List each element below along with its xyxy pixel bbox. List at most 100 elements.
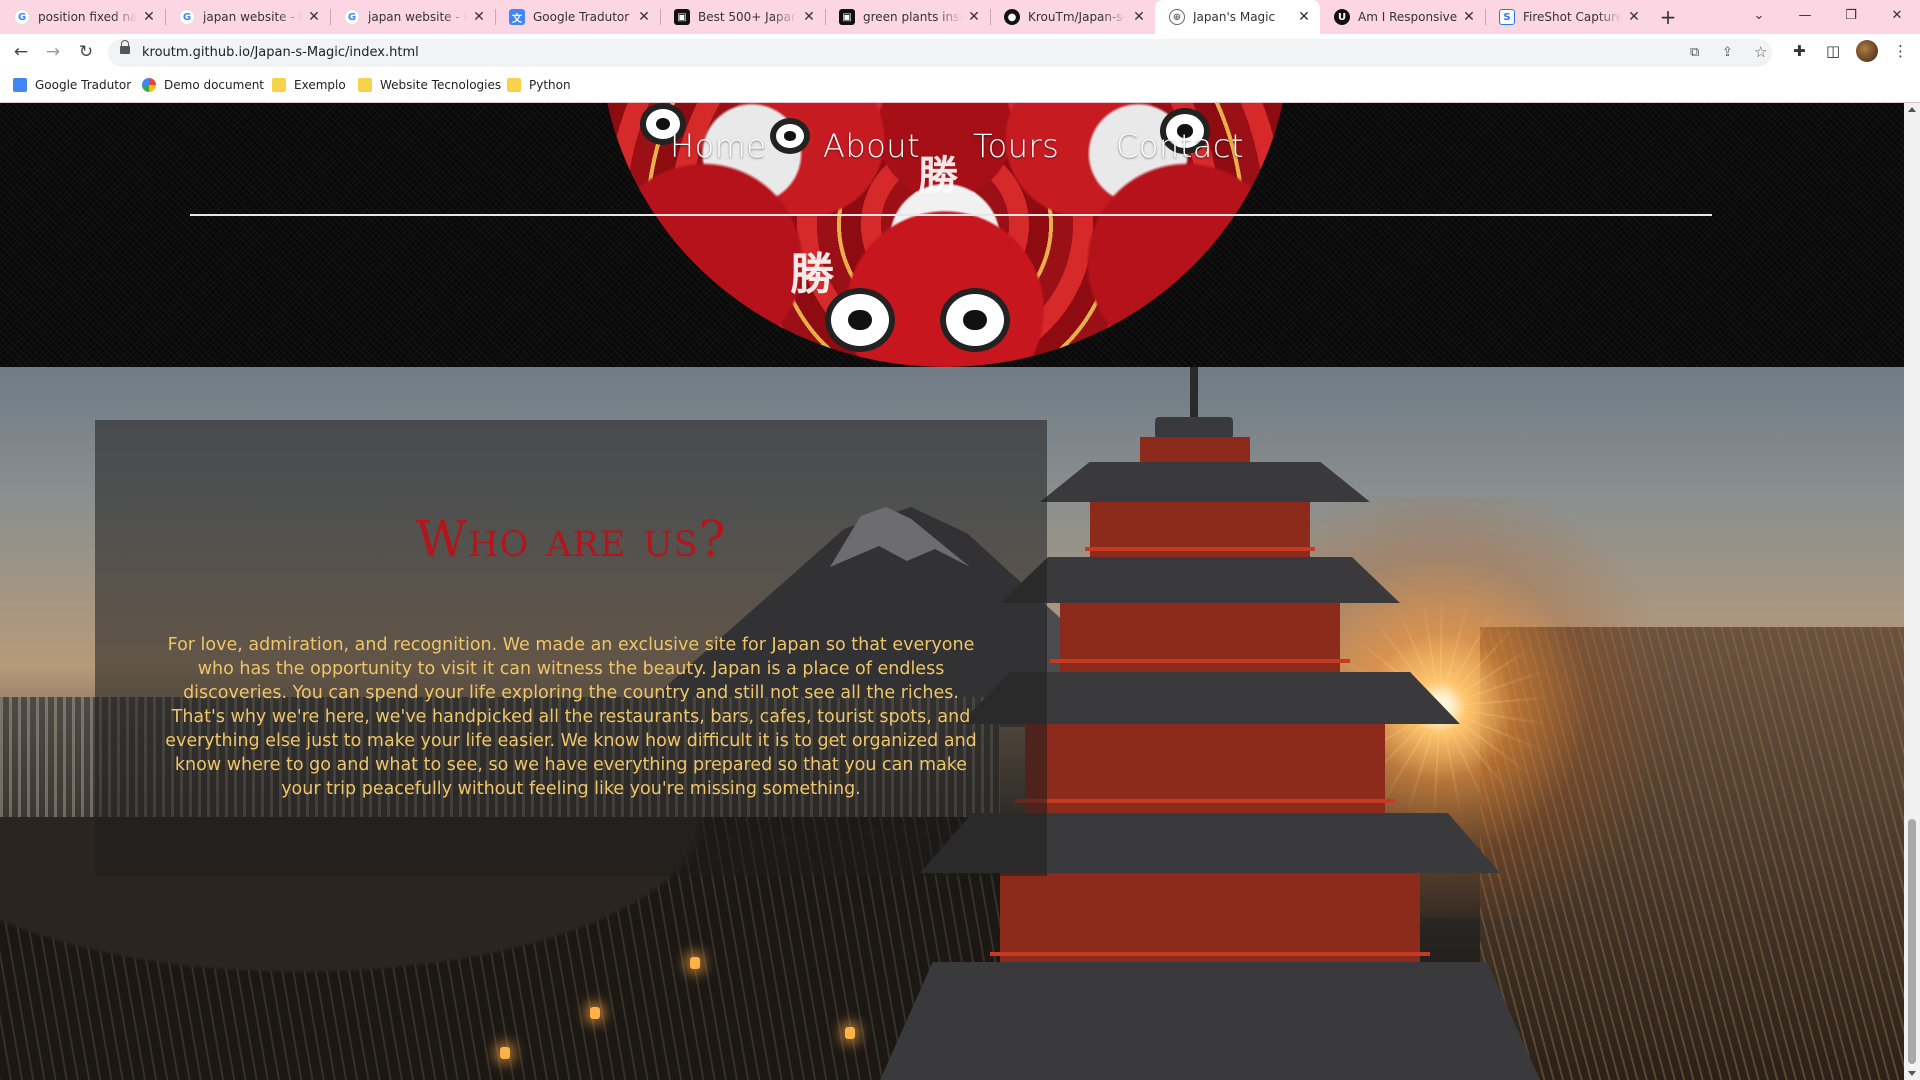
- nav-divider: [190, 214, 1712, 216]
- bookmark-label: Website Tecnologies: [380, 78, 502, 92]
- forward-icon[interactable]: →: [41, 41, 65, 63]
- unsplash-icon: ▣: [674, 9, 690, 25]
- folder-icon: [272, 78, 286, 92]
- lock-icon: [120, 40, 130, 54]
- tab[interactable]: G japan website - Pe ✕: [330, 0, 495, 34]
- close-icon[interactable]: ✕: [1626, 9, 1642, 25]
- close-icon[interactable]: ✕: [141, 9, 157, 25]
- tab-strip: G position fixed nao ✕ G japan website -…: [0, 0, 1920, 34]
- new-tab-button[interactable]: +: [1650, 0, 1686, 34]
- browser-toolbar: ← → ↻ kroutm.github.io/Japan-s-Magic/ind…: [0, 34, 1920, 70]
- unsplash-icon: ▣: [839, 9, 855, 25]
- google-icon: G: [344, 9, 360, 25]
- close-icon[interactable]: ✕: [306, 9, 322, 25]
- tab[interactable]: S FireShot Capture 0 ✕: [1485, 0, 1650, 34]
- globe-icon: ⊕: [1169, 9, 1185, 25]
- close-icon[interactable]: ✕: [1131, 9, 1147, 25]
- tab-title: Best 500+ Japan P: [698, 10, 797, 24]
- back-icon[interactable]: ←: [9, 41, 33, 63]
- tab[interactable]: G japan website - Pe ✕: [165, 0, 330, 34]
- tab-search-chevron-icon[interactable]: ⌄: [1736, 0, 1782, 30]
- reload-icon[interactable]: ↻: [74, 41, 98, 63]
- close-icon[interactable]: ✕: [1461, 9, 1477, 25]
- side-panel-icon[interactable]: ◫: [1826, 42, 1840, 60]
- tab-title: position fixed nao: [38, 10, 137, 24]
- tab[interactable]: 文 Google Tradutor ✕: [495, 0, 660, 34]
- lantern: [500, 1047, 510, 1059]
- folder-icon: [358, 78, 372, 92]
- about-text: For love, admiration, and recognition. W…: [165, 634, 977, 799]
- tab-title: FireShot Capture 0: [1523, 10, 1622, 24]
- translate-page-icon[interactable]: ⧉: [1690, 45, 1699, 60]
- tab-title: japan website - Pe: [368, 10, 467, 24]
- close-icon[interactable]: ✕: [966, 9, 982, 25]
- nav-home[interactable]: Home: [670, 127, 767, 165]
- tab-title: Japan's Magic: [1193, 10, 1276, 24]
- restore-icon[interactable]: ❐: [1828, 0, 1874, 30]
- share-icon[interactable]: ⇪: [1722, 45, 1733, 60]
- folder-icon: [507, 78, 521, 92]
- about-section: Who are us? For love, admiration, and re…: [95, 420, 1047, 876]
- close-icon[interactable]: ✕: [801, 9, 817, 25]
- tab[interactable]: ▣ Best 500+ Japan P ✕: [660, 0, 825, 34]
- google-icon: G: [179, 9, 195, 25]
- nav-tours[interactable]: Tours: [973, 127, 1059, 165]
- demo-icon: [142, 78, 156, 92]
- github-icon: ●: [1004, 9, 1020, 25]
- tab[interactable]: ▣ green plants inside ✕: [825, 0, 990, 34]
- bookmark-label: Python: [529, 78, 571, 92]
- pagoda-background-image: Who are us? For love, admiration, and re…: [0, 367, 1904, 1080]
- address-bar[interactable]: kroutm.github.io/Japan-s-Magic/index.htm…: [108, 39, 1772, 67]
- bookmarks-bar: Google Tradutor Demo document Exemplo We…: [0, 70, 1920, 103]
- google-icon: G: [14, 9, 30, 25]
- daruma-eye: [825, 288, 895, 352]
- bookmark-google-tradutor[interactable]: Google Tradutor: [13, 78, 131, 92]
- page-viewport: 勝 勝 勝 Home About Tours Contact Who are u…: [0, 103, 1904, 1080]
- tab[interactable]: U Am I Responsive? ✕: [1320, 0, 1485, 34]
- amiresponsive-icon: U: [1334, 9, 1350, 25]
- translate-icon: [13, 78, 27, 92]
- page-scrollbar[interactable]: [1904, 103, 1920, 1080]
- lantern: [690, 957, 700, 969]
- url-text[interactable]: kroutm.github.io/Japan-s-Magic/index.htm…: [142, 45, 419, 60]
- lantern: [845, 1027, 855, 1039]
- close-icon[interactable]: ✕: [636, 9, 652, 25]
- avatar[interactable]: [1856, 40, 1878, 62]
- daruma-kanji: 勝: [1160, 295, 1216, 361]
- fireshot-icon: S: [1499, 9, 1515, 25]
- close-window-icon[interactable]: ✕: [1874, 0, 1920, 30]
- bookmark-website-tecnologies[interactable]: Website Tecnologies: [358, 78, 501, 92]
- nav-contact[interactable]: Contact: [1116, 127, 1244, 165]
- menu-icon[interactable]: ⋮: [1893, 42, 1908, 60]
- minimize-icon[interactable]: —: [1782, 0, 1828, 30]
- bookmark-python[interactable]: Python: [507, 78, 571, 92]
- tab-title: green plants inside: [863, 10, 962, 24]
- tab-title: Am I Responsive?: [1358, 10, 1457, 24]
- daruma-kanji: 勝: [790, 249, 834, 300]
- tab[interactable]: G position fixed nao ✕: [0, 0, 165, 34]
- hero-header: 勝 勝 勝 Home About Tours Contact: [0, 103, 1904, 367]
- tab-title: Google Tradutor: [533, 10, 630, 24]
- scroll-up-icon[interactable]: [1908, 107, 1916, 112]
- main-nav: Home About Tours Contact: [0, 127, 1904, 183]
- browser-chrome: G position fixed nao ✕ G japan website -…: [0, 0, 1920, 103]
- translate-icon: 文: [509, 9, 525, 25]
- star-icon[interactable]: ☆: [1754, 43, 1767, 61]
- tab-active[interactable]: ⊕ Japan's Magic ✕: [1155, 0, 1320, 34]
- nav-about[interactable]: About: [823, 127, 920, 165]
- bookmark-exemplo[interactable]: Exemplo: [272, 78, 346, 92]
- tab-title: japan website - Pe: [203, 10, 302, 24]
- daruma-eye: [940, 288, 1010, 352]
- bookmark-label: Google Tradutor: [35, 78, 132, 92]
- scrollbar-thumb[interactable]: [1908, 819, 1916, 1064]
- tab[interactable]: ● KrouTm/Japan-s-M ✕: [990, 0, 1155, 34]
- close-icon[interactable]: ✕: [1296, 9, 1312, 25]
- scroll-down-icon[interactable]: [1908, 1071, 1916, 1076]
- lantern: [590, 1007, 600, 1019]
- extensions-icon[interactable]: ✚: [1793, 42, 1806, 60]
- bookmark-demo-document[interactable]: Demo document: [142, 78, 264, 92]
- bookmark-label: Demo document: [164, 78, 265, 92]
- about-title: Who are us?: [415, 510, 727, 568]
- tab-title: KrouTm/Japan-s-M: [1028, 10, 1127, 24]
- close-icon[interactable]: ✕: [471, 9, 487, 25]
